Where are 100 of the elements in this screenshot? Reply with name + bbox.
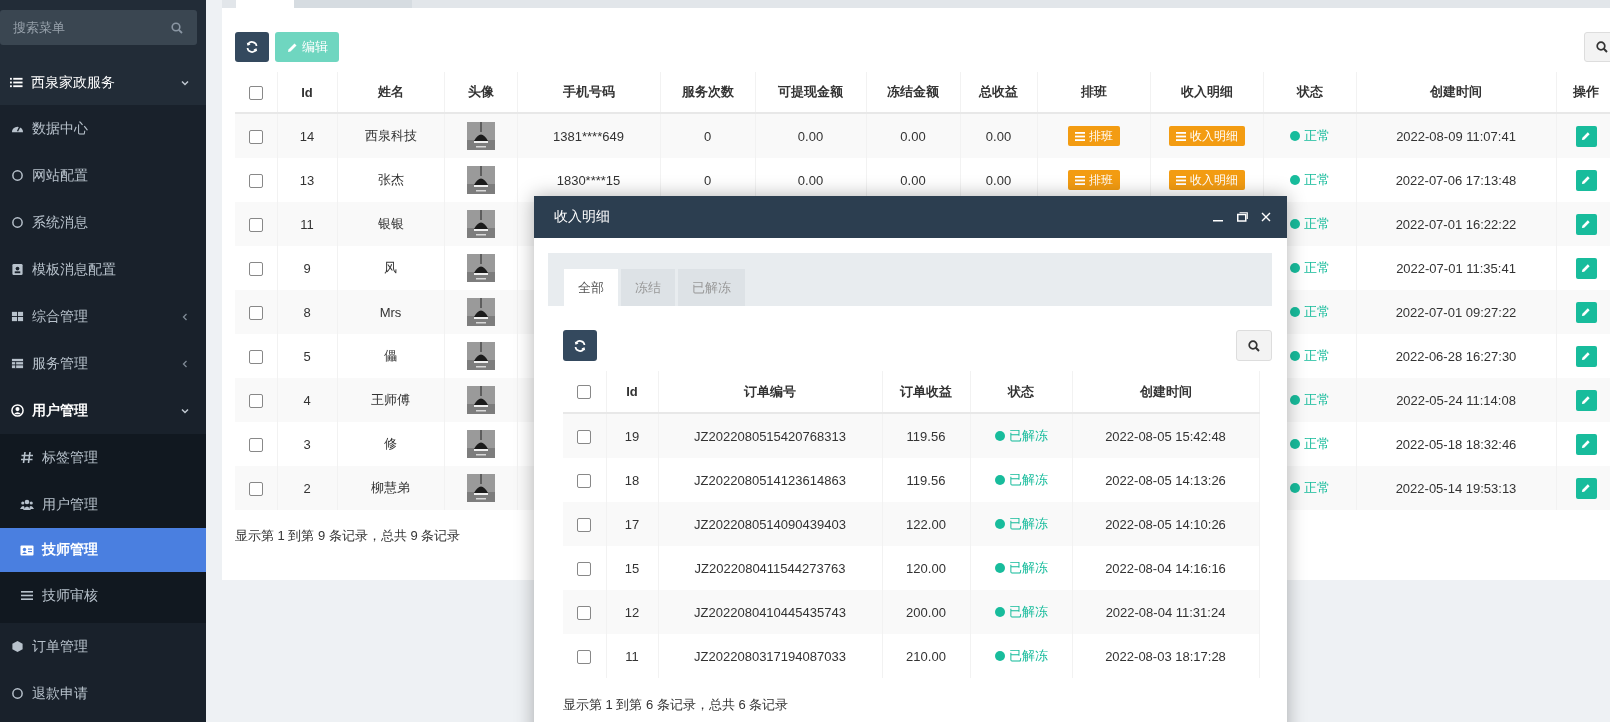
checkbox[interactable] [577,473,592,488]
checkbox[interactable] [248,305,263,320]
checkbox[interactable] [248,481,263,496]
sidebar-item[interactable]: 网站配置 [0,152,206,199]
table-cell: 2022-07-01 09:27:22 [1356,290,1556,334]
table-cell: 0 [660,113,755,158]
maximize-icon[interactable] [1237,212,1248,222]
circle-icon [11,216,24,229]
square-icon [11,263,24,276]
sidebar-item[interactable]: 用户管理 [0,387,206,434]
status-text: 正常 [1303,479,1330,497]
table-cell: 王师傅 [337,378,444,422]
search-field[interactable]: 搜索菜单 [0,10,197,45]
edit-button[interactable] [1575,257,1597,279]
sidebar-item[interactable]: 系统消息 [0,199,206,246]
pencil-icon [1581,483,1591,493]
edit-button[interactable] [1575,125,1597,147]
edit-button[interactable] [1575,169,1597,191]
checkbox[interactable] [248,349,263,364]
sidebar-item[interactable]: 技师审核 [0,572,206,619]
pencil-icon [1581,395,1591,405]
table-cell: 0.00 [960,113,1037,158]
search-icon [171,22,183,34]
pencil-icon [1581,307,1591,317]
refresh-button[interactable] [563,330,597,361]
table-cell: 银银 [337,202,444,246]
status-dot [1289,175,1300,185]
checkbox[interactable] [577,561,592,576]
table-cell: 柳慧弟 [337,466,444,510]
table-cell: 14 [277,113,337,158]
edit-button[interactable] [1575,213,1597,235]
checkbox[interactable] [248,129,263,144]
table-cell: JZ2022080410445435743 [658,590,882,634]
sidebar-item[interactable]: 退款申请 [0,670,206,717]
status-text: 正常 [1303,259,1330,277]
sidebar-item[interactable]: 订单管理 [0,623,206,670]
table-cell: 2022-07-01 16:22:22 [1356,202,1556,246]
grid-icon [11,310,24,323]
status-dot [994,519,1005,529]
checkbox[interactable] [577,385,592,400]
sidebar-item[interactable]: 西泉家政服务 [0,60,206,105]
checkbox[interactable] [577,429,592,444]
status-text: 正常 [1303,347,1330,365]
table-cell: 2022-08-09 11:07:41 [1356,113,1556,158]
table-cell: Mrs [337,290,444,334]
edit-button[interactable] [1575,389,1597,411]
sidebar-item[interactable]: 标签管理 [0,434,206,481]
status-dot [1289,351,1300,361]
checkbox[interactable] [248,393,263,408]
edit-button[interactable] [1575,345,1597,367]
circle-icon [11,687,24,700]
pagination-info: 显示第 1 到第 9 条记录，总共 9 条记录 [235,527,462,545]
pencil-icon [1581,351,1591,361]
hexagon-icon [11,640,24,653]
sidebar-item[interactable]: 服务管理 [0,340,206,387]
edit-button[interactable] [1575,477,1597,499]
table-cell: 4 [277,378,337,422]
pencil-icon [1581,175,1591,185]
search-button[interactable] [1236,330,1272,361]
status-text: 正常 [1303,127,1330,145]
status-dot [994,475,1005,485]
checkbox[interactable] [248,437,263,452]
close-icon[interactable] [1261,212,1271,222]
status-dot [994,431,1005,441]
status-text: 正常 [1303,171,1330,189]
checkbox[interactable] [577,517,592,532]
status-text: 已解冻 [1008,427,1048,445]
table-cell: JZ2022080515420768313 [658,413,882,458]
chevron-left-icon [180,358,190,369]
edit-button[interactable] [1575,433,1597,455]
table-icon [11,357,24,370]
tab[interactable]: 全部 [564,269,618,306]
table-cell: 19 [606,413,658,458]
chevron-left-icon [180,311,190,322]
sidebar-item[interactable]: 模板消息配置 [0,246,206,293]
edit-button[interactable] [1575,301,1597,323]
list-icon [10,76,23,89]
list-icon [1074,175,1085,185]
id-card-icon [20,543,34,557]
search-icon [1596,41,1608,53]
checkbox[interactable] [248,173,263,188]
list-icon [1175,175,1186,185]
status-dot [1289,439,1300,449]
status-text: 正常 [1303,435,1330,453]
checkbox[interactable] [248,85,263,100]
status-dot [1289,131,1300,141]
checkbox[interactable] [577,605,592,620]
table-cell: 2022-08-04 11:31:24 [1072,590,1259,634]
checkbox[interactable] [248,217,263,232]
sidebar-item[interactable]: 数据中心 [0,105,206,152]
pencil-icon [1581,439,1591,449]
sidebar-item[interactable]: 综合管理 [0,293,206,340]
checkbox[interactable] [577,649,592,664]
sidebar-item[interactable]: 用户管理 [0,481,206,528]
refresh-button[interactable] [235,32,269,62]
search-button[interactable] [1584,32,1610,62]
status-text: 已解冻 [1008,559,1048,577]
checkbox[interactable] [248,261,263,276]
sidebar-item[interactable]: 技师管理 [0,528,206,572]
status-text: 正常 [1303,215,1330,233]
